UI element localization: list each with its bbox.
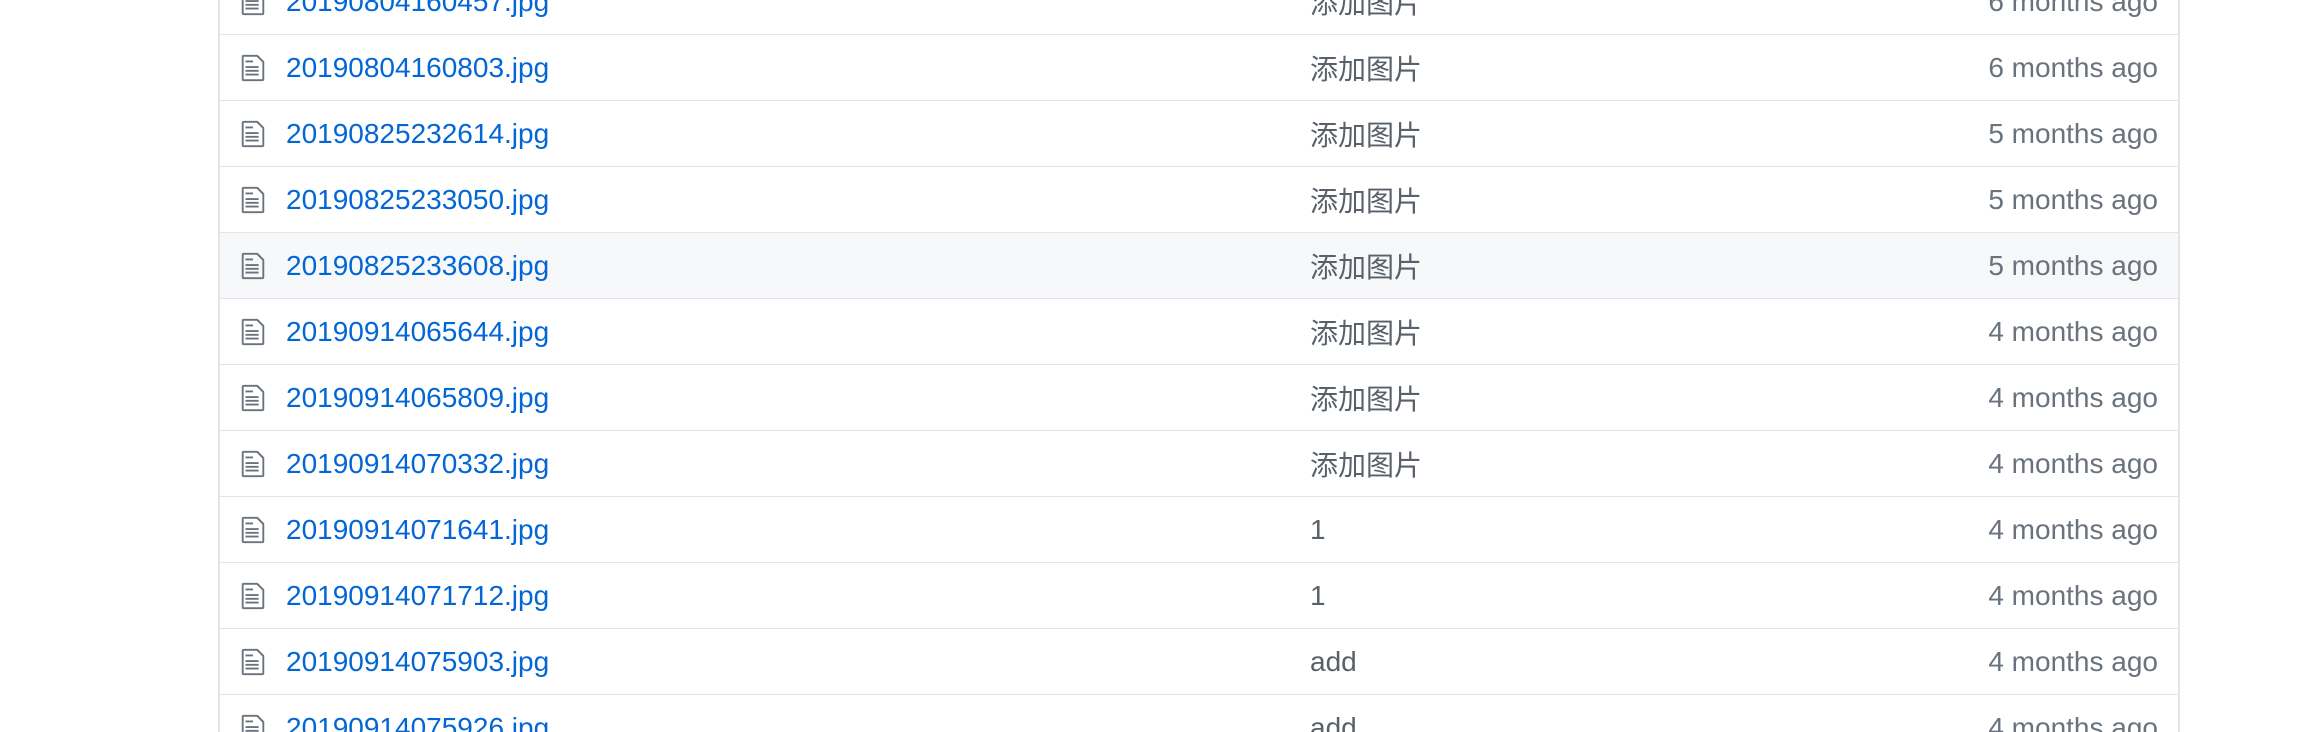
file-name-link[interactable]: 20190804160803.jpg — [286, 52, 549, 83]
file-row[interactable]: 20190914065644.jpg 添加图片 4 months ago — [220, 299, 2178, 365]
commit-message[interactable]: 添加图片 — [1310, 378, 1758, 418]
file-icon — [241, 516, 265, 543]
commit-message[interactable]: 添加图片 — [1310, 114, 1758, 154]
file-icon-cell — [220, 251, 286, 281]
file-row[interactable]: 20190825233050.jpg 添加图片 5 months ago — [220, 167, 2178, 233]
commit-age: 6 months ago — [1988, 0, 2158, 17]
file-row[interactable]: 20190914075926.jpg add 4 months ago — [220, 695, 2178, 732]
file-icon-cell — [220, 119, 286, 149]
file-name-link[interactable]: 20190914070332.jpg — [286, 448, 549, 479]
file-icon — [241, 384, 265, 411]
file-icon — [241, 714, 265, 732]
file-icon-cell — [220, 317, 286, 347]
file-list: 20190804160457.jpg 添加图片 6 months ago 201… — [218, 0, 2180, 732]
commit-age: 4 months ago — [1988, 645, 2158, 677]
file-icon-cell — [220, 449, 286, 479]
commit-message[interactable]: 添加图片 — [1310, 444, 1758, 484]
commit-message[interactable]: 添加图片 — [1310, 180, 1758, 220]
commit-message[interactable]: 添加图片 — [1310, 312, 1758, 352]
file-row-hovered[interactable]: 20190825233608.jpg 添加图片 5 months ago — [220, 233, 2178, 299]
file-icon — [241, 0, 265, 15]
file-name-link[interactable]: 20190914065809.jpg — [286, 382, 549, 413]
file-row[interactable]: 20190914071712.jpg 1 4 months ago — [220, 563, 2178, 629]
file-name-link[interactable]: 20190914065644.jpg — [286, 316, 549, 347]
file-icon-cell — [220, 515, 286, 545]
file-icon-cell — [220, 581, 286, 611]
commit-age: 4 months ago — [1988, 447, 2158, 479]
file-name-link[interactable]: 20190825233608.jpg — [286, 250, 549, 281]
file-row[interactable]: 20190914070332.jpg 添加图片 4 months ago — [220, 431, 2178, 497]
file-name-link[interactable]: 20190825232614.jpg — [286, 118, 549, 149]
file-icon — [241, 582, 265, 609]
file-icon-cell — [220, 647, 286, 677]
file-row[interactable]: 20190804160457.jpg 添加图片 6 months ago — [220, 0, 2178, 35]
commit-message[interactable]: add — [1310, 712, 1758, 732]
file-name-link[interactable]: 20190804160457.jpg — [286, 0, 549, 17]
file-name-link[interactable]: 20190914071712.jpg — [286, 580, 549, 611]
commit-message[interactable]: 1 — [1310, 580, 1758, 612]
commit-age: 4 months ago — [1988, 711, 2158, 732]
file-icon — [241, 318, 265, 345]
file-icon-cell — [220, 0, 286, 17]
file-icon-cell — [220, 713, 286, 732]
commit-message[interactable]: 1 — [1310, 514, 1758, 546]
commit-age: 4 months ago — [1988, 381, 2158, 413]
file-icon — [241, 450, 265, 477]
file-row[interactable]: 20190804160803.jpg 添加图片 6 months ago — [220, 35, 2178, 101]
commit-age: 4 months ago — [1988, 315, 2158, 347]
file-name-link[interactable]: 20190914075903.jpg — [286, 646, 549, 677]
page: 20190804160457.jpg 添加图片 6 months ago 201… — [0, 0, 2306, 732]
commit-age: 5 months ago — [1988, 249, 2158, 281]
file-icon — [241, 648, 265, 675]
commit-message[interactable]: add — [1310, 646, 1758, 678]
file-name-link[interactable]: 20190914075926.jpg — [286, 712, 549, 732]
commit-message[interactable]: 添加图片 — [1310, 48, 1758, 88]
file-row[interactable]: 20190914065809.jpg 添加图片 4 months ago — [220, 365, 2178, 431]
file-icon — [241, 186, 265, 213]
commit-message[interactable]: 添加图片 — [1310, 0, 1758, 22]
commit-age: 5 months ago — [1988, 183, 2158, 215]
file-name-link[interactable]: 20190914071641.jpg — [286, 514, 549, 545]
commit-message[interactable]: 添加图片 — [1310, 246, 1758, 286]
file-icon-cell — [220, 53, 286, 83]
commit-age: 5 months ago — [1988, 117, 2158, 149]
file-icon-cell — [220, 185, 286, 215]
file-row[interactable]: 20190825232614.jpg 添加图片 5 months ago — [220, 101, 2178, 167]
file-icon — [241, 54, 265, 81]
commit-age: 4 months ago — [1988, 513, 2158, 545]
file-icon — [241, 120, 265, 147]
commit-age: 4 months ago — [1988, 579, 2158, 611]
file-name-link[interactable]: 20190825233050.jpg — [286, 184, 549, 215]
file-row[interactable]: 20190914075903.jpg add 4 months ago — [220, 629, 2178, 695]
file-row[interactable]: 20190914071641.jpg 1 4 months ago — [220, 497, 2178, 563]
file-icon — [241, 252, 265, 279]
commit-age: 6 months ago — [1988, 51, 2158, 83]
file-icon-cell — [220, 383, 286, 413]
